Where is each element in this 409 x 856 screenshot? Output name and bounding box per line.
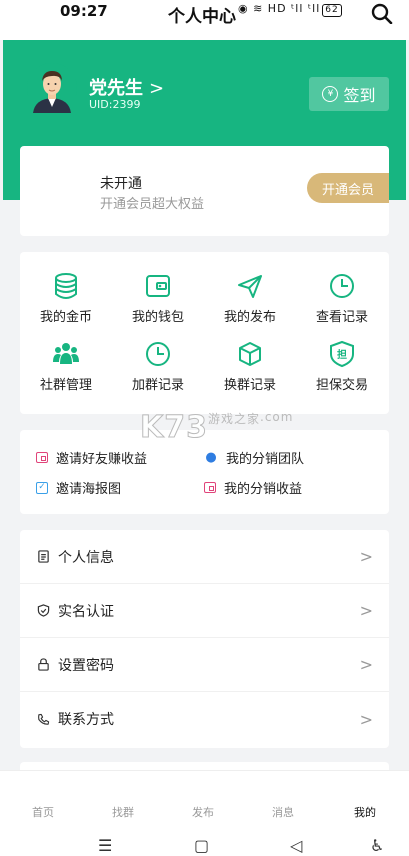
user-id: UID:2399 bbox=[89, 98, 141, 111]
battery-icon: 62 bbox=[322, 4, 342, 17]
grid-item-records[interactable]: 查看记录 bbox=[296, 272, 388, 325]
grid-item-guarantee[interactable]: 担 担保交易 bbox=[296, 340, 388, 393]
checkbox-icon: ✓ bbox=[36, 481, 48, 494]
status-time: 09:27 bbox=[60, 2, 108, 20]
list-item-password[interactable]: 设置密码 > bbox=[20, 638, 389, 692]
box-icon bbox=[239, 342, 261, 366]
invite-friends-link[interactable]: 邀请好友赚收益 bbox=[36, 448, 147, 467]
page-title: 个人中心 bbox=[168, 7, 236, 27]
invite-poster-link[interactable]: ✓ 邀请海报图 bbox=[36, 478, 121, 497]
link-label: 邀请好友赚收益 bbox=[56, 452, 148, 467]
menu-icon[interactable]: ☰ bbox=[98, 836, 112, 855]
vip-card: 未开通 开通会员超大权益 开通会员 bbox=[20, 146, 389, 236]
shield-icon: 担 bbox=[330, 340, 354, 368]
lock-icon bbox=[36, 658, 50, 672]
list-item-label: 联系方式 bbox=[58, 712, 114, 728]
grid-label: 加群记录 bbox=[131, 378, 184, 393]
signal-icons: ◉ ≋ HD ᵗll ᵗll bbox=[238, 2, 321, 15]
send-icon bbox=[238, 275, 262, 298]
back-icon[interactable]: ◁ bbox=[290, 836, 302, 855]
link-label: 我的分销收益 bbox=[224, 482, 303, 497]
list-item-label: 个人信息 bbox=[58, 549, 114, 566]
list-item-verify[interactable]: 实名认证 > bbox=[20, 584, 389, 638]
user-name-link[interactable]: 党先生 > bbox=[89, 74, 164, 100]
coins-icon bbox=[55, 273, 77, 299]
tab-home[interactable]: 首页 bbox=[32, 804, 54, 820]
grid-item-community[interactable]: 社群管理 bbox=[20, 340, 112, 393]
settings-list: 个人信息 > 实名认证 > 设置密码 > 联系方式 > bbox=[20, 530, 389, 748]
bottom-tab-bar: 首页 找群 发布 消息 我的 bbox=[0, 770, 409, 826]
status-icons: ◉ ≋ HD ᵗll ᵗll 62 bbox=[238, 2, 342, 17]
distribution-links: 邀请好友赚收益 ● 我的分销团队 ✓ 邀请海报图 我的分销收益 bbox=[20, 430, 389, 514]
vip-status: 未开通 bbox=[100, 176, 142, 192]
list-item-contact[interactable]: 联系方式 > bbox=[20, 692, 389, 746]
wallet-icon bbox=[146, 275, 170, 297]
grid-item-wallet[interactable]: 我的钱包 bbox=[112, 272, 204, 325]
home-icon[interactable]: ▢ bbox=[194, 836, 209, 855]
chevron-right-icon: > bbox=[359, 655, 373, 674]
vip-subtitle: 开通会员超大权益 bbox=[100, 197, 205, 212]
link-label: 邀请海报图 bbox=[56, 482, 122, 497]
list-item-label: 设置密码 bbox=[58, 657, 114, 674]
list-item-profile[interactable]: 个人信息 > bbox=[20, 530, 389, 584]
chevron-right-icon: > bbox=[149, 78, 165, 99]
signin-label: 签到 bbox=[343, 86, 376, 105]
list-item-label: 实名认证 bbox=[58, 603, 114, 620]
open-vip-button[interactable]: 开通会员 bbox=[307, 173, 389, 203]
my-team-link[interactable]: ● 我的分销团队 bbox=[204, 448, 304, 467]
grid-label: 担保交易 bbox=[315, 378, 368, 393]
wallet-icon bbox=[204, 482, 216, 493]
tab-find-group[interactable]: 找群 bbox=[112, 804, 134, 820]
grid-item-coins[interactable]: 我的金币 bbox=[20, 272, 112, 325]
tab-messages[interactable]: 消息 bbox=[272, 804, 294, 820]
grid-label: 我的金币 bbox=[39, 310, 92, 325]
tab-mine[interactable]: 我的 bbox=[354, 804, 376, 820]
chevron-right-icon: > bbox=[359, 547, 373, 566]
wallet-icon bbox=[36, 452, 48, 463]
clock-icon bbox=[330, 274, 354, 298]
grid-label: 社群管理 bbox=[39, 378, 92, 393]
chevron-right-icon: > bbox=[359, 601, 373, 620]
clock-icon bbox=[146, 342, 170, 366]
group-icon bbox=[53, 343, 79, 364]
grid-label: 我的发布 bbox=[223, 310, 276, 325]
phone-icon bbox=[36, 712, 50, 726]
team-icon: ● bbox=[205, 450, 217, 465]
shield-glyph: 担 bbox=[337, 348, 347, 361]
signin-button[interactable]: ¥ 签到 bbox=[309, 77, 389, 111]
user-name: 党先生 bbox=[89, 78, 143, 99]
link-label: 我的分销团队 bbox=[226, 452, 305, 467]
watermark-sub: 游戏之家 bbox=[208, 412, 261, 426]
grid-label: 换群记录 bbox=[223, 378, 276, 393]
coin-icon: ¥ bbox=[322, 86, 339, 102]
status-bar: 09:27 个人中心 ◉ ≋ HD ᵗll ᵗll 62 bbox=[0, 0, 409, 40]
grid-item-swap-records[interactable]: 换群记录 bbox=[204, 340, 296, 393]
grid-item-join-records[interactable]: 加群记录 bbox=[112, 340, 204, 393]
accessibility-icon[interactable]: ♿ bbox=[370, 836, 384, 855]
grid-label: 我的钱包 bbox=[131, 310, 184, 325]
document-icon bbox=[36, 550, 50, 564]
my-income-link[interactable]: 我的分销收益 bbox=[204, 478, 302, 497]
shield-check-icon bbox=[36, 604, 50, 618]
chevron-right-icon: > bbox=[359, 709, 373, 729]
avatar[interactable] bbox=[27, 63, 77, 113]
system-nav-bar: ☰ ▢ ◁ ♿ bbox=[0, 826, 409, 856]
grid-item-posts[interactable]: 我的发布 bbox=[204, 272, 296, 325]
tab-publish[interactable]: 发布 bbox=[192, 804, 214, 820]
grid-label: 查看记录 bbox=[315, 310, 368, 325]
function-grid: 我的金币 我的钱包 我的发布 查看记录 社群管理 加群记录 换群记录 担 担保交… bbox=[20, 252, 389, 414]
search-icon[interactable] bbox=[370, 2, 394, 24]
